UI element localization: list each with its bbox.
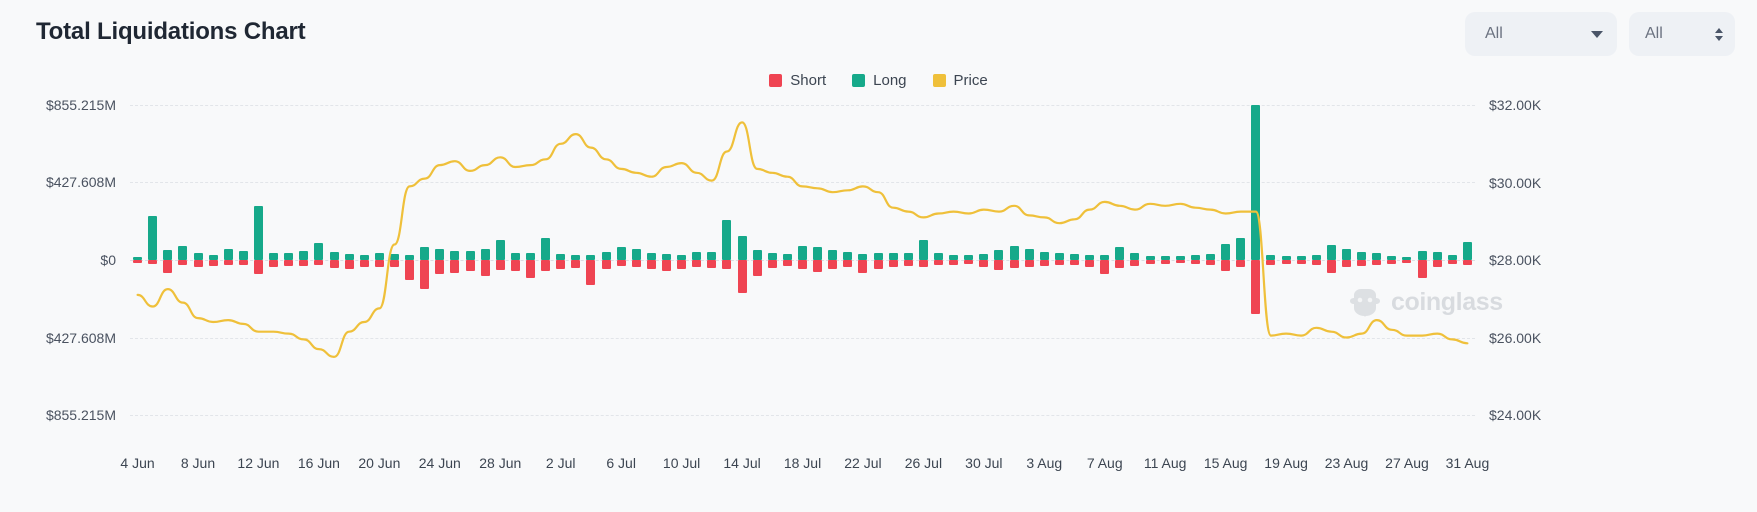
x-axis-tick: 31 Aug [1445,455,1490,471]
legend-item-long[interactable]: Long [852,72,907,89]
x-axis-tick: 15 Aug [1203,455,1248,471]
plot-area [130,105,1475,416]
x-axis-tick: 7 Aug [1086,455,1123,471]
x-axis-tick: 22 Jul [844,455,882,471]
range-select[interactable]: All [1465,12,1617,56]
x-axis-tick: 8 Jun [180,455,216,471]
x-axis-tick: 4 Jun [120,455,155,471]
x-axis-tick: 19 Aug [1264,455,1308,471]
legend-label-long: Long [873,72,907,89]
legend-label-short: Short [790,72,827,89]
x-axis: 4 Jun 8 Jun 12 Jun 16 Jun 20 Jun 24 Jun 28 Jun… [0,455,1757,479]
x-axis-tick: 11 Aug [1143,455,1187,471]
page-title: Total Liquidations Chart [36,18,306,45]
y-axis-left-tick: $855.215M [45,97,116,113]
range-select-label: All [1485,25,1503,42]
x-axis-tick: 2 Jul [545,455,576,471]
coin-select-label: All [1645,25,1663,42]
x-axis-tick: 14 Jul [723,455,761,471]
legend-swatch-price [932,74,946,87]
y-axis-left-tick: $855.215M [45,407,116,423]
y-axis-right-tick: $26.00K [1489,329,1542,346]
x-axis-tick: 18 Jul [783,455,822,471]
y-axis-right-tick: $30.00K [1489,174,1542,191]
gridline [130,415,1475,416]
coin-select[interactable]: All [1629,12,1735,56]
y-axis-left-tick: $427.608M [45,329,116,346]
x-axis-tick: 20 Jun [358,455,401,471]
legend-swatch-long [852,74,866,87]
x-axis-tick: 26 Jul [904,455,943,471]
legend-item-short[interactable]: Short [769,72,826,89]
price-line-series [130,105,1475,415]
x-axis-tick: 16 Jun [297,455,340,471]
x-axis-tick: 28 Jun [479,455,522,471]
price-line-path [138,122,1468,357]
y-axis-left-tick: $427.608M [45,174,116,191]
chart-header: Total Liquidations Chart All All [0,0,1757,68]
legend-item-price[interactable]: Price [932,72,988,89]
x-axis-tick: 27 Aug [1385,455,1429,471]
y-axis-right-tick: $28.00K [1489,252,1542,268]
header-controls: All All [1465,12,1735,56]
stepper-updown-icon [1715,27,1723,41]
y-axis-left-tick: $0 [100,252,116,268]
legend-swatch-short [769,74,783,87]
x-axis-tick: 23 Aug [1324,455,1369,471]
x-axis-tick: 12 Jun [237,455,280,471]
x-axis-tick: 24 Jun [418,455,461,471]
y-axis-right-tick: $32.00K [1489,97,1542,113]
x-axis-tick: 30 Jul [965,455,1003,471]
liquidations-chart-page: Total Liquidations Chart All All Short L… [0,0,1757,512]
x-axis-tick: 10 Jul [662,455,701,471]
y-axis-right-tick: $24.00K [1489,407,1542,423]
chart-legend: Short Long Price [0,72,1757,89]
chevron-down-icon [1591,30,1603,38]
x-axis-tick: 3 Aug [1026,455,1063,471]
legend-label-price: Price [953,72,988,89]
x-axis-tick: 6 Jul [606,455,636,471]
